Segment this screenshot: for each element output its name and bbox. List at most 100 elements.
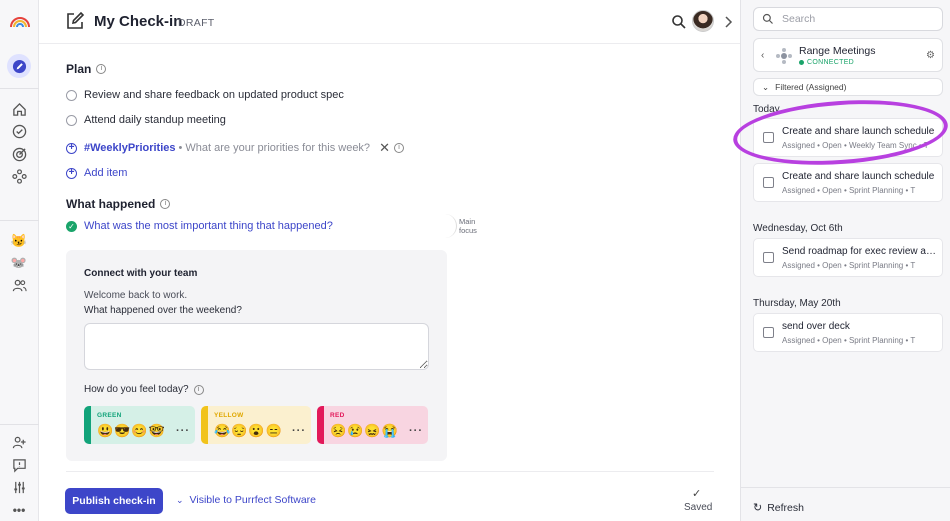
filter-dropdown[interactable]: ⌄ Filtered (Assigned) [753, 78, 943, 96]
checkin-pencil-icon[interactable] [7, 54, 31, 78]
checkmark-circle-icon[interactable] [10, 122, 28, 140]
mood-group-label: YELLOW [214, 412, 244, 419]
mood-group-yellow[interactable]: YELLOW 😂😔😮😑 ··· [201, 406, 311, 444]
panel-footer-divider [741, 487, 950, 488]
chevron-right-icon[interactable] [723, 15, 733, 29]
panel-search[interactable] [753, 7, 943, 31]
weekend-question: What happened over the weekend? [84, 305, 242, 316]
what-happened-title-text: What happened [66, 197, 156, 211]
edit-document-icon [67, 11, 85, 29]
more-moods-icon[interactable]: ··· [292, 425, 306, 437]
range-logo-icon [776, 48, 792, 64]
task-group-heading: Wednesday, Oct 6th [753, 223, 843, 234]
chevron-down-icon: ⌄ [762, 81, 770, 92]
mood-question-text: How do you feel today? [84, 384, 189, 395]
weekend-answer-input[interactable] [84, 323, 429, 370]
add-circle-icon[interactable]: + [66, 142, 77, 154]
search-icon[interactable] [671, 14, 687, 30]
task-group-heading: Thursday, May 20th [753, 298, 841, 309]
back-chevron-icon[interactable]: ‹ [761, 50, 764, 61]
main-focus-label: Main focus [459, 217, 477, 235]
close-icon[interactable]: ✕ [379, 140, 390, 156]
refresh-button[interactable]: ↻ Refresh [753, 501, 804, 515]
check-circle-icon: ✓ [66, 220, 77, 232]
task-item[interactable]: Create and share launch schedule Assigne… [753, 163, 943, 202]
goals-target-icon[interactable] [10, 145, 28, 163]
rainbow-logo-icon[interactable] [9, 14, 31, 28]
integrations-icon[interactable] [10, 167, 28, 185]
welcome-text: Welcome back to work. [84, 290, 188, 301]
mood-emoji-options[interactable]: 😣😢😖😭 [330, 423, 399, 439]
main-focus-question-label: What was the most important thing that h… [84, 220, 333, 232]
feedback-icon[interactable] [10, 456, 28, 474]
more-moods-icon[interactable]: ··· [176, 425, 190, 437]
more-moods-icon[interactable]: ··· [409, 425, 423, 437]
people-icon[interactable] [10, 276, 28, 294]
info-icon[interactable]: i [96, 64, 107, 74]
task-meta: Assigned • Open • Sprint Planning • T [782, 336, 916, 345]
visibility-dropdown[interactable]: ⌄ Visible to Purrfect Software [176, 494, 316, 506]
filter-label: Filtered (Assigned) [775, 82, 847, 92]
plan-item[interactable]: Review and share feedback on updated pro… [66, 89, 344, 101]
plan-item[interactable]: Attend daily standup meeting [66, 114, 226, 126]
mood-emoji-options[interactable]: 😂😔😮😑 [214, 423, 283, 439]
settings-sliders-icon[interactable] [10, 478, 28, 496]
filter-settings-icon[interactable]: ⚙ [926, 50, 935, 61]
main-focus-question[interactable]: ✓ What was the most important thing that… [66, 220, 333, 232]
refresh-label: Refresh [767, 501, 804, 514]
left-rail: 😼 🐭 ••• [0, 0, 39, 521]
mood-group-red[interactable]: RED 😣😢😖😭 ··· [317, 406, 428, 444]
checkin-form: Plan i Review and share feedback on upda… [39, 44, 740, 521]
page-header: My Check-in DRAFT [39, 0, 740, 44]
publish-checkin-button[interactable]: Publish check-in [65, 488, 163, 514]
mood-emoji-options[interactable]: 😃😎😊🤓 [97, 423, 166, 439]
task-item[interactable]: send over deck Assigned • Open • Sprint … [753, 313, 943, 352]
connection-status-text: CONNECTED [807, 59, 855, 66]
task-checkbox[interactable] [763, 252, 774, 263]
plan-section-title: Plan i [66, 62, 107, 76]
connection-status: CONNECTED [799, 59, 854, 66]
search-input[interactable] [782, 13, 932, 25]
plan-title-text: Plan [66, 62, 92, 76]
page-title: My Check-in [94, 13, 183, 30]
mood-group-green[interactable]: GREEN 😃😎😊🤓 ··· [84, 406, 195, 444]
info-icon[interactable]: i [393, 143, 404, 153]
plan-item-radio[interactable] [66, 114, 77, 126]
footer-divider [66, 471, 714, 472]
refresh-icon: ↻ [753, 502, 763, 514]
main-focus-divider [443, 214, 457, 238]
mood-group-label: GREEN [97, 412, 122, 419]
draft-status-label: DRAFT [178, 17, 215, 29]
info-icon[interactable]: i [160, 199, 171, 209]
add-circle-icon: + [66, 167, 77, 179]
saved-status: Saved [684, 502, 713, 513]
connect-card: Connect with your team Welcome back to w… [66, 250, 447, 461]
integration-panel: ‹ Range Meetings CONNECTED ⚙ ⌄ Filtered … [740, 0, 950, 521]
task-checkbox[interactable] [763, 327, 774, 338]
integration-name: Range Meetings [799, 45, 876, 57]
task-title: Send roadmap for exec review and [782, 246, 937, 257]
add-user-icon[interactable] [10, 433, 28, 451]
connect-card-title: Connect with your team [84, 268, 198, 279]
task-title: send over deck [782, 321, 850, 332]
plan-item-radio[interactable] [66, 89, 77, 101]
search-icon [762, 13, 773, 24]
task-checkbox[interactable] [763, 177, 774, 188]
plan-item-label: Review and share feedback on updated pro… [84, 89, 344, 101]
plan-item-label: Attend daily standup meeting [84, 114, 226, 126]
priority-prompt[interactable]: • What are your priorities for this week… [179, 142, 371, 154]
integration-source[interactable]: ‹ Range Meetings CONNECTED ⚙ [753, 38, 943, 72]
mood-question: How do you feel today? i [84, 384, 204, 395]
user-avatar[interactable] [692, 10, 714, 32]
home-icon[interactable] [10, 100, 28, 118]
priority-tag[interactable]: #WeeklyPriorities [84, 142, 176, 154]
info-icon[interactable]: i [193, 384, 204, 395]
mood-group-label: RED [330, 412, 345, 419]
more-icon[interactable]: ••• [10, 501, 28, 519]
team-mouse-emoji-icon[interactable]: 🐭 [10, 254, 28, 272]
task-item[interactable]: Send roadmap for exec review and Assigne… [753, 238, 943, 277]
add-item-button[interactable]: + Add item [66, 167, 127, 179]
weekly-priorities-row[interactable]: + #WeeklyPriorities • What are your prio… [66, 140, 404, 156]
team-cat-emoji-icon[interactable]: 😼 [10, 232, 28, 250]
task-title: Create and share launch schedule [782, 171, 935, 182]
